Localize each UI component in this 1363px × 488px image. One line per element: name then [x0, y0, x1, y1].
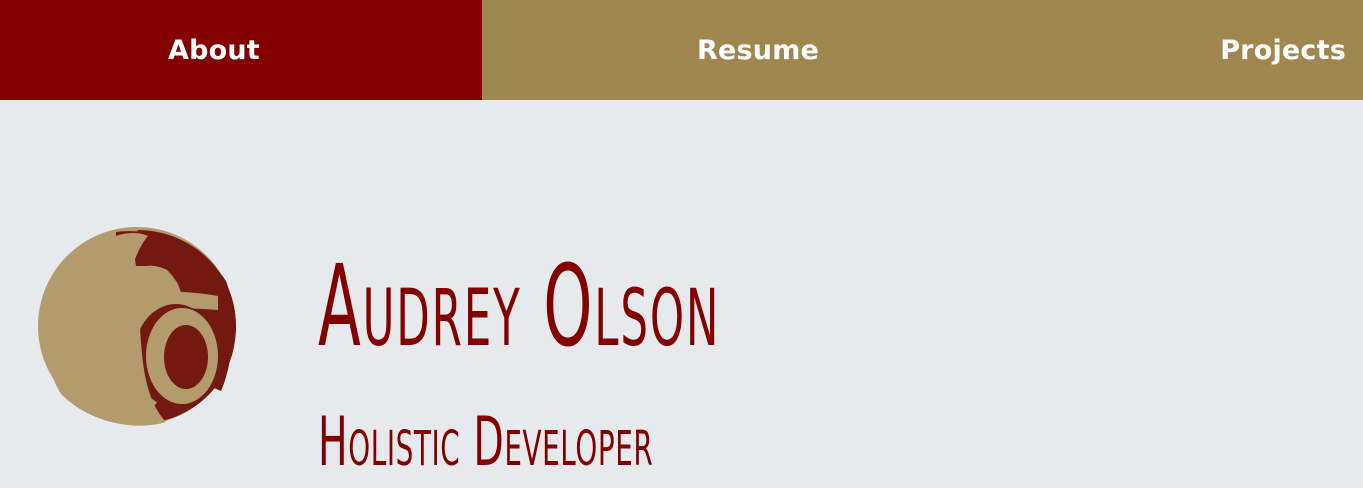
- page-title: Audrey Olson: [318, 242, 721, 372]
- subtitle: Holistic Developer: [318, 403, 654, 482]
- nav-item-resume[interactable]: Resume: [697, 0, 819, 100]
- nav-item-projects[interactable]: Projects: [1220, 0, 1346, 100]
- ao-monogram-logo-icon: [38, 227, 236, 426]
- top-nav: About Resume Projects: [0, 0, 1363, 100]
- nav-bar-right: Resume Projects: [482, 0, 1363, 100]
- nav-item-about[interactable]: About: [0, 0, 482, 100]
